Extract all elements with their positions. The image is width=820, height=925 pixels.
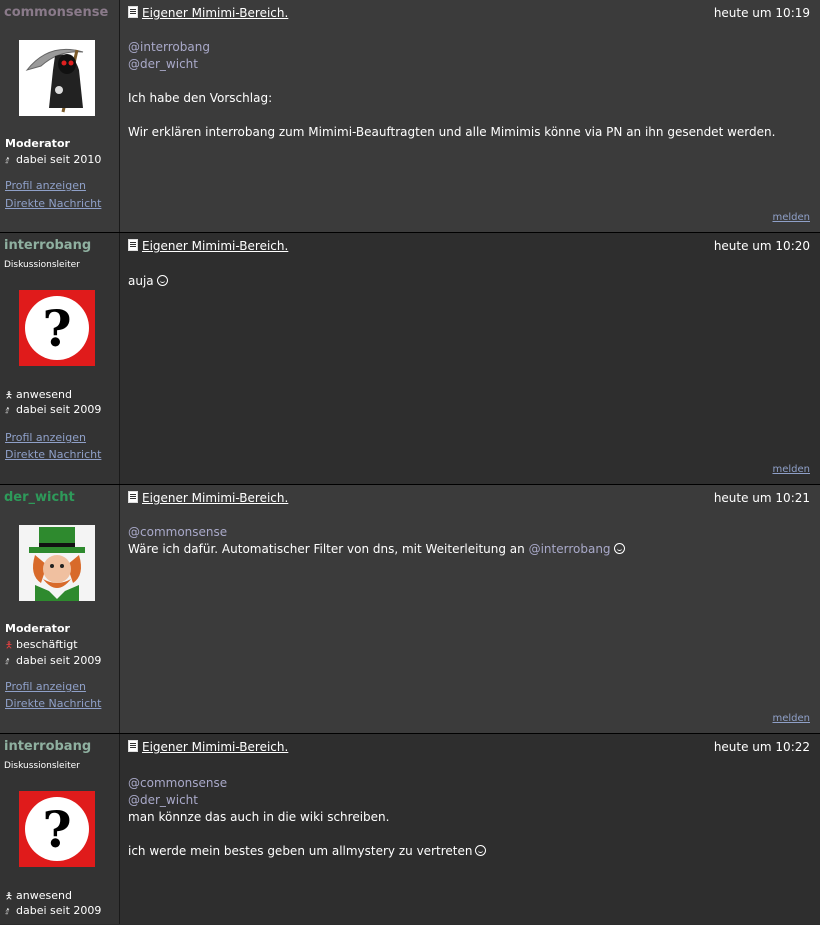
direct-message-link[interactable]: Direkte Nachricht xyxy=(5,197,101,210)
post: interrobang Diskussionsleiter ? 🯅 anwesen… xyxy=(0,233,820,485)
thread-title-link[interactable]: Eigener Mimimi-Bereich. xyxy=(142,491,288,505)
direct-message-link[interactable]: Direkte Nachricht xyxy=(5,697,101,710)
member-since-icon: 🖞 xyxy=(5,156,9,166)
mention[interactable]: @commonsense xyxy=(128,524,625,541)
post-time: heute um 10:21 xyxy=(713,491,810,505)
username[interactable]: commonsense xyxy=(4,5,108,20)
post-body: @interrobang @der_wicht Ich habe den Vor… xyxy=(128,39,775,141)
member-since-icon: 🖞 xyxy=(5,406,9,416)
post: commonsense Moderator 🖞 dabei seit 2010 P… xyxy=(0,0,820,233)
post-content: Eigener Mimimi-Bereich. heute um 10:19 @… xyxy=(120,0,820,232)
profile-link[interactable]: Profil anzeigen xyxy=(5,431,86,444)
post: interrobang Diskussionsleiter ? 🯅 anwesen… xyxy=(0,734,820,924)
mention[interactable]: @der_wicht xyxy=(128,792,486,809)
smiley-icon xyxy=(613,543,625,554)
person-icon: 🯅 xyxy=(5,892,13,902)
post: der_wicht Moderator 🯅 beschäftigt 🖞 dabei … xyxy=(0,485,820,734)
document-icon xyxy=(128,491,138,503)
post-body: @commonsense Wäre ich dafür. Automatisch… xyxy=(128,524,625,558)
post-time: heute um 10:19 xyxy=(713,6,810,20)
document-icon xyxy=(128,239,138,251)
thread-title: Eigener Mimimi-Bereich. xyxy=(128,6,288,20)
leprechaun-avatar[interactable] xyxy=(19,525,95,601)
member-since: 🖞 dabei seit 2009 xyxy=(5,654,102,667)
user-sidebar: der_wicht Moderator 🯅 beschäftigt 🖞 dabei … xyxy=(0,485,120,733)
post-content: Eigener Mimimi-Bereich. heute um 10:22 @… xyxy=(120,734,820,924)
mention[interactable]: @interrobang xyxy=(128,39,775,56)
profile-link[interactable]: Profil anzeigen xyxy=(5,680,86,693)
person-icon: 🯅 xyxy=(5,391,13,401)
svg-text:?: ? xyxy=(42,299,71,358)
user-sidebar: interrobang Diskussionsleiter ? 🯅 anwesen… xyxy=(0,233,120,484)
report-link[interactable]: melden xyxy=(772,713,810,724)
busy-status: 🯅 beschäftigt xyxy=(5,638,78,654)
user-role: Diskussionsleiter xyxy=(4,260,80,270)
post-time: heute um 10:22 xyxy=(713,740,810,754)
svg-text:?: ? xyxy=(42,800,71,859)
smiley-icon xyxy=(475,845,487,856)
document-icon xyxy=(128,6,138,18)
member-since: 🖞 dabei seit 2010 xyxy=(5,153,102,166)
post-text: auja xyxy=(128,274,154,288)
question-mark-avatar[interactable]: ? xyxy=(19,290,95,366)
username[interactable]: interrobang xyxy=(4,739,91,754)
profile-link[interactable]: Profil anzeigen xyxy=(5,179,86,192)
username[interactable]: der_wicht xyxy=(4,490,75,505)
question-mark-avatar[interactable]: ? xyxy=(19,791,95,867)
user-sidebar: interrobang Diskussionsleiter ? 🯅 anwesen… xyxy=(0,734,120,924)
member-since-icon: 🖞 xyxy=(5,657,9,667)
mention[interactable]: @der_wicht xyxy=(128,56,775,73)
user-sidebar: commonsense Moderator 🖞 dabei seit 2010 P… xyxy=(0,0,120,232)
post-text: Ich habe den Vorschlag: xyxy=(128,91,273,105)
document-icon xyxy=(128,740,138,752)
post-text: Wäre ich dafür. Automatischer Filter von… xyxy=(128,542,525,556)
member-since: 🖞 dabei seit 2009 xyxy=(5,904,102,917)
thread-title-link[interactable]: Eigener Mimimi-Bereich. xyxy=(142,6,288,20)
thread-title: Eigener Mimimi-Bereich. xyxy=(128,491,288,505)
thread-title: Eigener Mimimi-Bereich. xyxy=(128,239,288,253)
post-text: man könnze das auch in die wiki schreibe… xyxy=(128,810,390,824)
post-body: auja xyxy=(128,273,168,290)
direct-message-link[interactable]: Direkte Nachricht xyxy=(5,448,101,461)
member-since: 🖞 dabei seit 2009 xyxy=(5,403,102,416)
member-since-icon: 🖞 xyxy=(5,907,9,917)
thread-title-link[interactable]: Eigener Mimimi-Bereich. xyxy=(142,740,288,754)
post-time: heute um 10:20 xyxy=(713,239,810,253)
post-text: ich werde mein bestes geben um allmyster… xyxy=(128,844,473,858)
post-content: Eigener Mimimi-Bereich. heute um 10:20 a… xyxy=(120,233,820,484)
user-role: Diskussionsleiter xyxy=(4,761,80,771)
report-link[interactable]: melden xyxy=(772,212,810,223)
post-content: Eigener Mimimi-Bereich. heute um 10:21 @… xyxy=(120,485,820,733)
post-text: Wir erklären interrobang zum Mimimi-Beau… xyxy=(128,125,776,139)
user-role: Moderator xyxy=(5,137,70,150)
mention[interactable]: @interrobang xyxy=(529,542,611,556)
online-status: 🯅 anwesend xyxy=(5,388,72,404)
busy-person-icon: 🯅 xyxy=(5,641,13,651)
post-body: @commonsense @der_wicht man könnze das a… xyxy=(128,775,487,860)
mention[interactable]: @commonsense xyxy=(128,775,486,792)
thread-title-link[interactable]: Eigener Mimimi-Bereich. xyxy=(142,239,288,253)
user-role: Moderator xyxy=(5,622,70,635)
thread-title: Eigener Mimimi-Bereich. xyxy=(128,740,288,754)
smiley-icon xyxy=(156,275,168,286)
username[interactable]: interrobang xyxy=(4,238,91,253)
report-link[interactable]: melden xyxy=(772,464,810,475)
grim-reaper-avatar[interactable] xyxy=(19,40,95,116)
online-status: 🯅 anwesend xyxy=(5,889,72,905)
